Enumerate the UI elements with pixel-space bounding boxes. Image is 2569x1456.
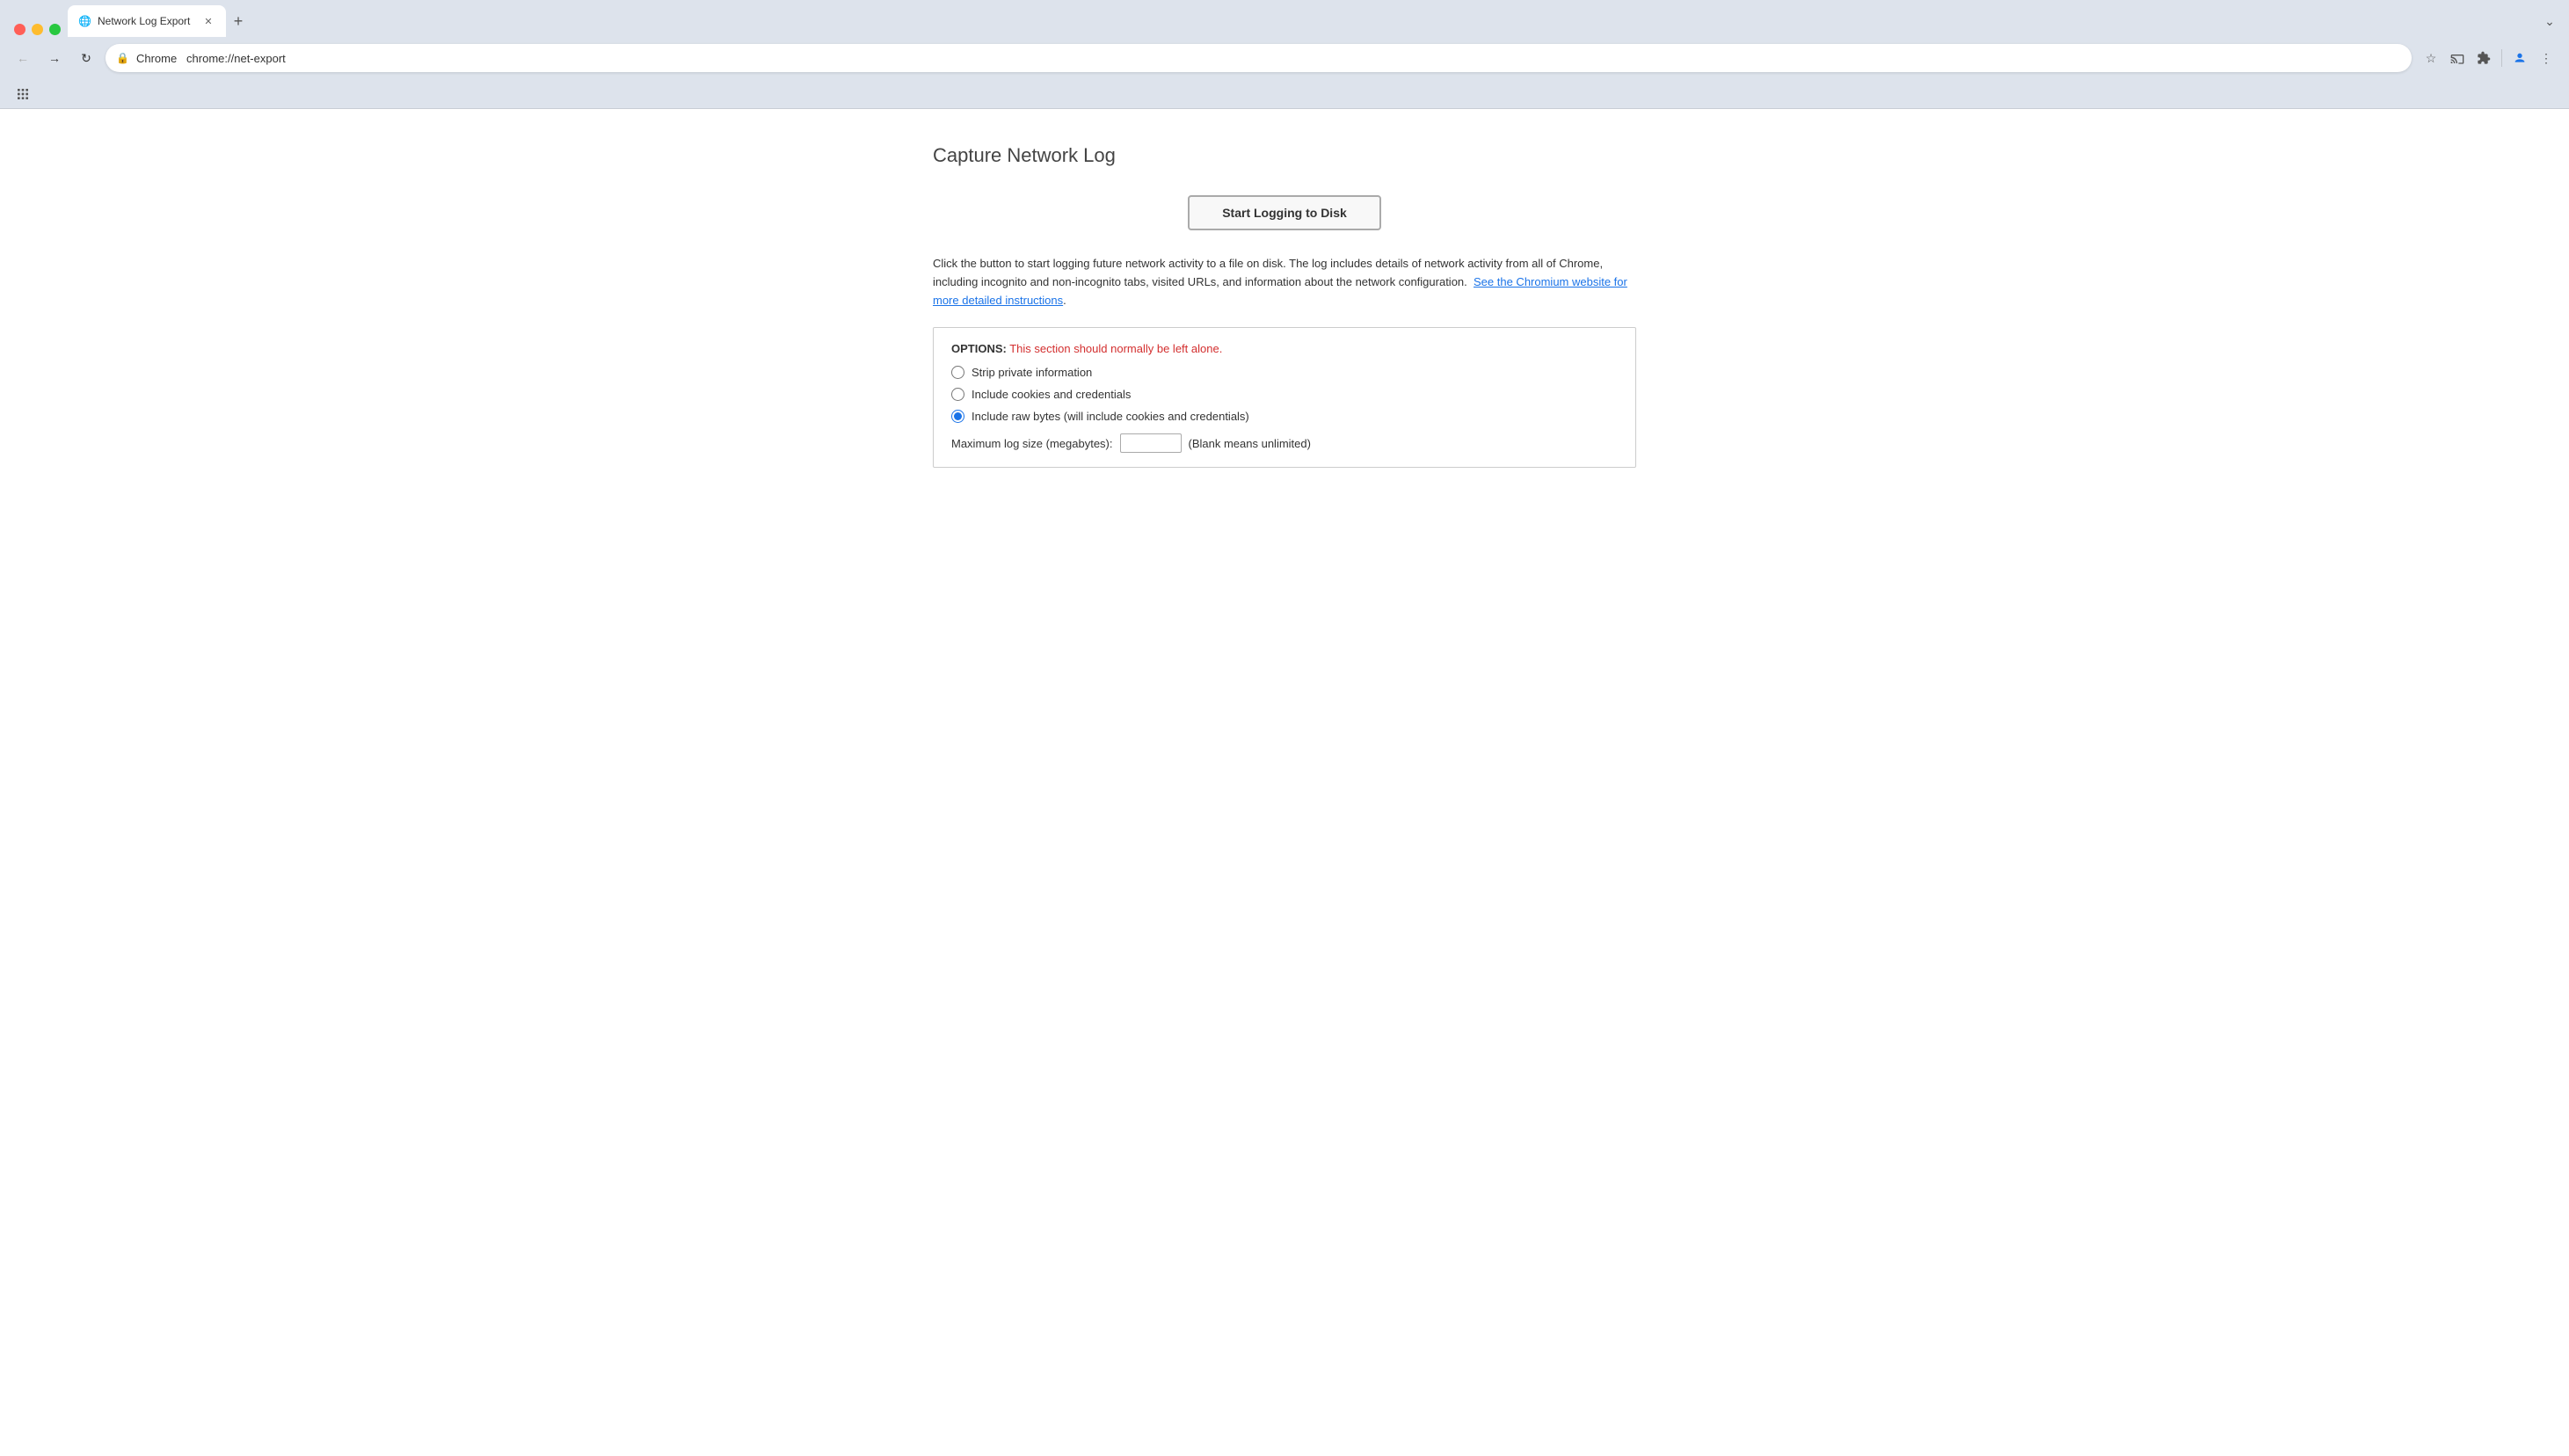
page-title: Capture Network Log bbox=[933, 144, 1636, 167]
profile-button[interactable] bbox=[2507, 46, 2532, 70]
nav-actions: ☆ ⋮ bbox=[2419, 46, 2558, 70]
close-traffic-light[interactable] bbox=[14, 24, 25, 35]
menu-button[interactable]: ⋮ bbox=[2534, 46, 2558, 70]
back-button[interactable]: ← bbox=[11, 46, 35, 70]
radio-strip-label: Strip private information bbox=[972, 366, 1092, 379]
radio-strip-input[interactable] bbox=[951, 366, 964, 379]
browser-name-label: Chrome chrome://net-export bbox=[136, 52, 2401, 65]
radio-cookies-label: Include cookies and credentials bbox=[972, 388, 1131, 401]
tab-title: Network Log Export bbox=[98, 15, 194, 27]
tab-bar: 🌐 Network Log Export ✕ + ⌄ bbox=[0, 0, 2569, 37]
forward-button[interactable]: → bbox=[42, 46, 67, 70]
options-label: OPTIONS: bbox=[951, 342, 1007, 355]
radio-include-raw[interactable]: Include raw bytes (will include cookies … bbox=[951, 410, 1618, 423]
max-log-row: Maximum log size (megabytes): (Blank mea… bbox=[951, 433, 1618, 453]
traffic-lights bbox=[7, 24, 68, 35]
active-tab[interactable]: 🌐 Network Log Export ✕ bbox=[68, 5, 226, 37]
extensions-button[interactable] bbox=[2471, 46, 2496, 70]
bookmark-star-button[interactable]: ☆ bbox=[2419, 46, 2443, 70]
start-logging-button[interactable]: Start Logging to Disk bbox=[1188, 195, 1381, 230]
address-bar[interactable]: 🔒 Chrome chrome://net-export bbox=[106, 44, 2412, 72]
reload-button[interactable]: ↻ bbox=[74, 46, 98, 70]
radio-raw-label: Include raw bytes (will include cookies … bbox=[972, 410, 1249, 423]
max-log-label: Maximum log size (megabytes): bbox=[951, 437, 1113, 450]
radio-group: Strip private information Include cookie… bbox=[951, 366, 1618, 423]
options-box: OPTIONS: This section should normally be… bbox=[933, 327, 1636, 468]
max-log-input[interactable] bbox=[1120, 433, 1182, 453]
maximize-traffic-light[interactable] bbox=[49, 24, 61, 35]
radio-cookies-input[interactable] bbox=[951, 388, 964, 401]
cast-button[interactable] bbox=[2445, 46, 2470, 70]
max-log-hint: (Blank means unlimited) bbox=[1189, 437, 1311, 450]
radio-include-cookies[interactable]: Include cookies and credentials bbox=[951, 388, 1618, 401]
minimize-traffic-light[interactable] bbox=[32, 24, 43, 35]
navigation-bar: ← → ↻ 🔒 Chrome chrome://net-export ☆ ⋮ bbox=[0, 37, 2569, 79]
page-content: Capture Network Log Start Logging to Dis… bbox=[0, 109, 2569, 1456]
nav-separator bbox=[2501, 49, 2502, 67]
bookmarks-bar bbox=[0, 79, 2569, 109]
description-text: Click the button to start logging future… bbox=[933, 255, 1636, 309]
tab-end-controls: ⌄ bbox=[2537, 9, 2562, 37]
page-inner: Capture Network Log Start Logging to Dis… bbox=[933, 144, 1636, 468]
security-icon: 🔒 bbox=[116, 52, 129, 64]
options-header: OPTIONS: This section should normally be… bbox=[951, 342, 1618, 355]
radio-raw-input[interactable] bbox=[951, 410, 964, 423]
radio-strip-private[interactable]: Strip private information bbox=[951, 366, 1618, 379]
tab-close-button[interactable]: ✕ bbox=[201, 14, 215, 28]
new-tab-button[interactable]: + bbox=[226, 9, 251, 33]
apps-button[interactable] bbox=[11, 82, 35, 106]
tab-strip-menu-button[interactable]: ⌄ bbox=[2537, 9, 2562, 33]
options-warning: This section should normally be left alo… bbox=[1009, 342, 1222, 355]
tab-favicon: 🌐 bbox=[78, 15, 91, 27]
start-btn-container: Start Logging to Disk bbox=[933, 195, 1636, 230]
browser-window: 🌐 Network Log Export ✕ + ⌄ ← → ↻ 🔒 Chrom… bbox=[0, 0, 2569, 1456]
